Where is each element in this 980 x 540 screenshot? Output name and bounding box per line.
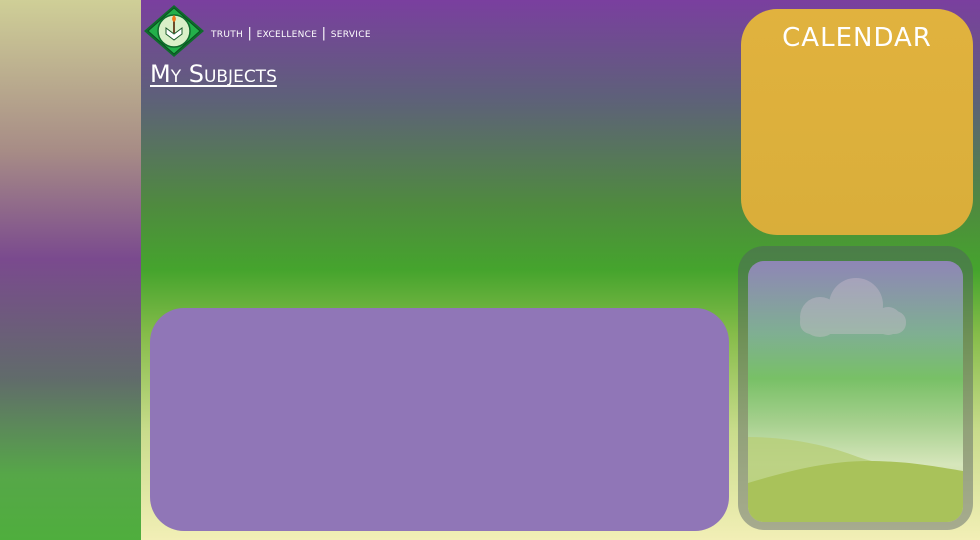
calendar-widget: CALENDAR [741, 9, 973, 235]
subjects-panel [150, 308, 729, 531]
school-crest-logo-icon [143, 4, 205, 58]
my-subjects-link[interactable]: My Subjects [150, 60, 277, 88]
left-gradient-strip [0, 0, 141, 540]
school-motto: TRUTH | EXCELLENCE | SERVICE [211, 26, 371, 41]
cloud-icon [800, 278, 906, 337]
calendar-title: CALENDAR [782, 23, 932, 53]
weather-widget [748, 261, 963, 522]
